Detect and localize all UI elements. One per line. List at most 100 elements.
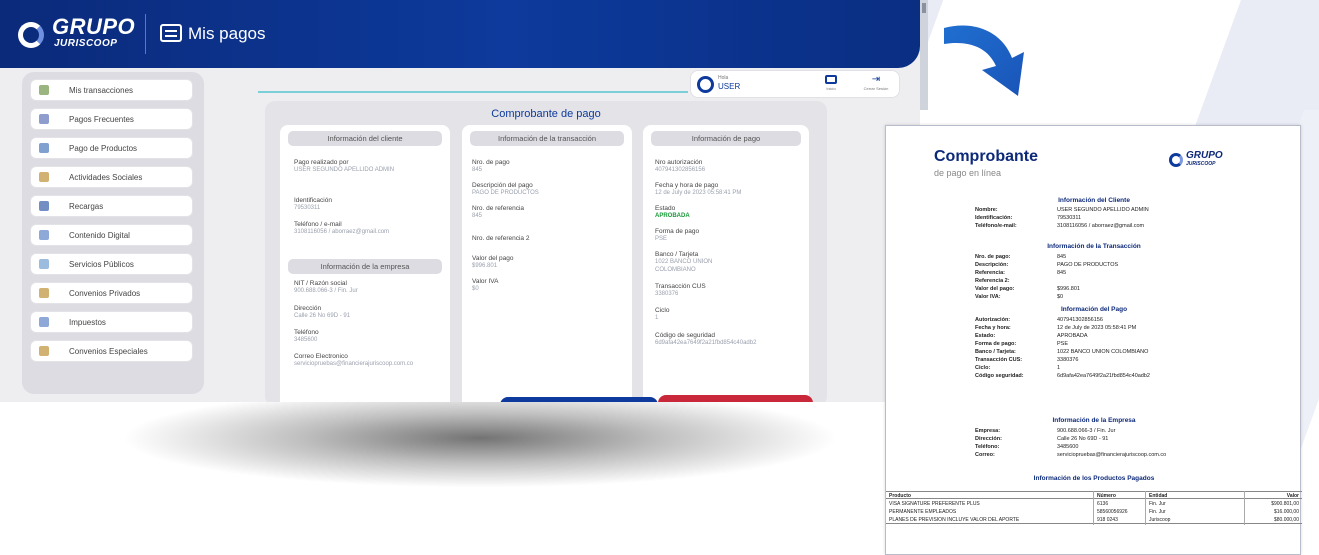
user-panel: Hola USER Inicio ⇥ Cerrar Sesión	[690, 70, 900, 98]
pdf-value: APROBADA	[1057, 333, 1088, 339]
payment-info-column: Información de pago Nro autorización 407…	[643, 125, 809, 402]
transaction-field: Nro. de pago 845	[472, 159, 622, 175]
field-label: Descripción del pago	[472, 182, 533, 189]
pdf-products-section-title: Información de los Productos Pagados	[1033, 475, 1155, 482]
payment-field: Ciclo 1	[655, 307, 805, 323]
pdf-value: 1	[1057, 365, 1061, 371]
product-number: 6136	[1097, 501, 1109, 507]
payment-field: Banco / Tarjeta 1022 BANCO UNION COLOMBI…	[655, 251, 805, 274]
sidebar-item-pago-de-productos[interactable]: Pago de Productos	[30, 137, 193, 159]
pdf-logo-text: GRUPO	[1186, 150, 1223, 161]
divider	[145, 14, 146, 54]
tab-underline	[258, 91, 688, 93]
social-activities-icon	[39, 172, 49, 182]
transaction-info-header: Información de la transacción	[470, 131, 624, 146]
sidebar-item-recargas[interactable]: Recargas	[30, 195, 193, 217]
product-entity: Juriscoop	[1149, 517, 1171, 523]
pdf-value: 1022 BANCO UNION COLOMBIANO	[1057, 349, 1149, 355]
field-label: Nro. de referencia 2	[472, 235, 530, 242]
pdf-value: 12 de July de 2023 05:58:41 PM	[1057, 325, 1137, 331]
pdf-value: 407941302856156	[1057, 317, 1103, 323]
sidebar-item-label: Impuestos	[69, 318, 106, 327]
download-button[interactable]	[500, 397, 658, 402]
sidebar-item-servicios-publicos[interactable]: Servicios Públicos	[30, 253, 193, 275]
sidebar-item-pagos-frecuentes[interactable]: Pagos Frecuentes	[30, 108, 193, 130]
pdf-key: Valor del pago:	[975, 286, 1015, 292]
close-button[interactable]	[658, 395, 813, 402]
sidebar-item-impuestos[interactable]: Impuestos	[30, 311, 193, 333]
field-value: 845	[472, 167, 483, 173]
company-field: NIT / Razón social 900.688.066-3 / Fin. …	[294, 280, 444, 296]
pdf-product-row: PERMANENTE EMPLEADOS 58560056926 Fin. Ju…	[886, 508, 1302, 516]
user-greeting: Hola	[718, 75, 729, 81]
sidebar-item-label: Servicios Públicos	[69, 260, 134, 269]
pdf-key: Dirección:	[975, 436, 1002, 442]
pdf-value: USER SEGUNDO APELLIDO ADMIN	[1057, 207, 1149, 213]
field-value: 1022 BANCO UNION COLOMBIANO	[655, 259, 713, 273]
pdf-key: Nro. de pago:	[975, 254, 1011, 260]
company-info-header: Información de la empresa	[288, 259, 442, 274]
top-up-icon	[39, 201, 49, 211]
screen-shadow	[120, 388, 840, 488]
payments-icon	[160, 24, 182, 42]
pdf-subtitle: de pago en línea	[934, 168, 1002, 178]
product-value: $900.801,00	[1271, 501, 1299, 507]
pdf-key: Fecha y hora:	[975, 325, 1011, 331]
field-value: Calle 26 No 69D - 91	[294, 313, 351, 319]
pdf-payment-block: Autorización: 407941302856156 Fecha y hor…	[975, 316, 1150, 380]
status-value: APROBADA	[655, 213, 690, 219]
home-button[interactable]: Inicio	[811, 75, 851, 95]
pdf-key: Valor IVA:	[975, 294, 1001, 300]
field-value: 845	[472, 213, 483, 219]
pdf-logo-subtext: JURISCOOP	[1186, 161, 1216, 167]
field-value: 407941302856156	[655, 167, 706, 173]
field-label: Transacción CUS	[655, 283, 706, 290]
sidebar-item-actividades-sociales[interactable]: Actividades Sociales	[30, 166, 193, 188]
field-value: PSE	[655, 236, 668, 242]
sidebar-item-mis-transacciones[interactable]: Mis transacciones	[30, 79, 193, 101]
field-label: Nro autorización	[655, 159, 703, 166]
scrollbar[interactable]	[920, 0, 928, 110]
client-info-column: Información del cliente Pago realizado p…	[280, 125, 450, 402]
field-label: Dirección	[294, 305, 322, 312]
sidebar: Mis transacciones Pagos Frecuentes Pago …	[22, 72, 204, 394]
logout-button[interactable]: ⇥ Cerrar Sesión	[856, 75, 896, 95]
transaction-field: Descripción del pago PAGO DE PRODUCTOS	[472, 182, 622, 198]
product-name: PLANES DE PREVISION INCLUYE VALOR DEL AP…	[889, 517, 1020, 523]
pdf-value: 3380376	[1057, 357, 1079, 363]
field-value: $0	[472, 286, 479, 292]
logout-button-label: Cerrar Sesión	[863, 86, 889, 91]
pdf-key: Transacción CUS:	[975, 357, 1023, 363]
col-header-value: Valor	[1286, 493, 1299, 499]
company-field: Teléfono 3485600	[294, 329, 444, 345]
col-header-entity: Entidad	[1149, 493, 1168, 499]
pdf-payment-section-title: Información del Pago	[1060, 306, 1128, 313]
pdf-value: Calle 26 No 69D - 91	[1057, 436, 1109, 442]
field-value: 3485600	[294, 337, 318, 343]
home-icon	[825, 75, 837, 84]
scrollbar-thumb[interactable]	[922, 3, 926, 13]
logout-icon: ⇥	[871, 74, 881, 85]
sidebar-item-contenido-digital[interactable]: Contenido Digital	[30, 224, 193, 246]
client-field: Teléfono / e-mail 3108116056 / aborraez@…	[294, 221, 444, 237]
field-label: Fecha y hora de pago	[655, 182, 719, 189]
pdf-key: Teléfono:	[975, 444, 1000, 450]
pdf-value: 845	[1057, 270, 1067, 276]
product-value: $16.000,00	[1273, 509, 1299, 515]
pdf-key: Referencia 2:	[975, 278, 1010, 284]
pdf-company-section-title: Información de la Empresa	[1052, 417, 1136, 424]
field-label: Identificación	[294, 197, 332, 204]
field-label: Valor del pago	[472, 255, 514, 262]
pdf-value: 900.688.066-3 / Fin. Jur	[1057, 428, 1116, 434]
sidebar-item-convenios-privados[interactable]: Convenios Privados	[30, 282, 193, 304]
pdf-products-table-header: Producto Número Entidad Valor	[886, 491, 1302, 499]
sidebar-item-label: Contenido Digital	[69, 231, 130, 240]
pdf-transaction-block: Nro. de pago: 845 Descripción: PAGO DE PRO…	[975, 253, 1118, 301]
pdf-key: Correo:	[975, 452, 995, 458]
sidebar-item-convenios-especiales[interactable]: Convenios Especiales	[30, 340, 193, 362]
product-name: VISA SIGNATURE PREFERENTE PLUS	[889, 501, 980, 507]
product-number: 58560056926	[1097, 509, 1128, 515]
user-avatar-icon[interactable]	[697, 76, 714, 93]
field-label: Pago realizado por	[294, 159, 349, 166]
pdf-key: Empresa:	[975, 428, 1001, 434]
